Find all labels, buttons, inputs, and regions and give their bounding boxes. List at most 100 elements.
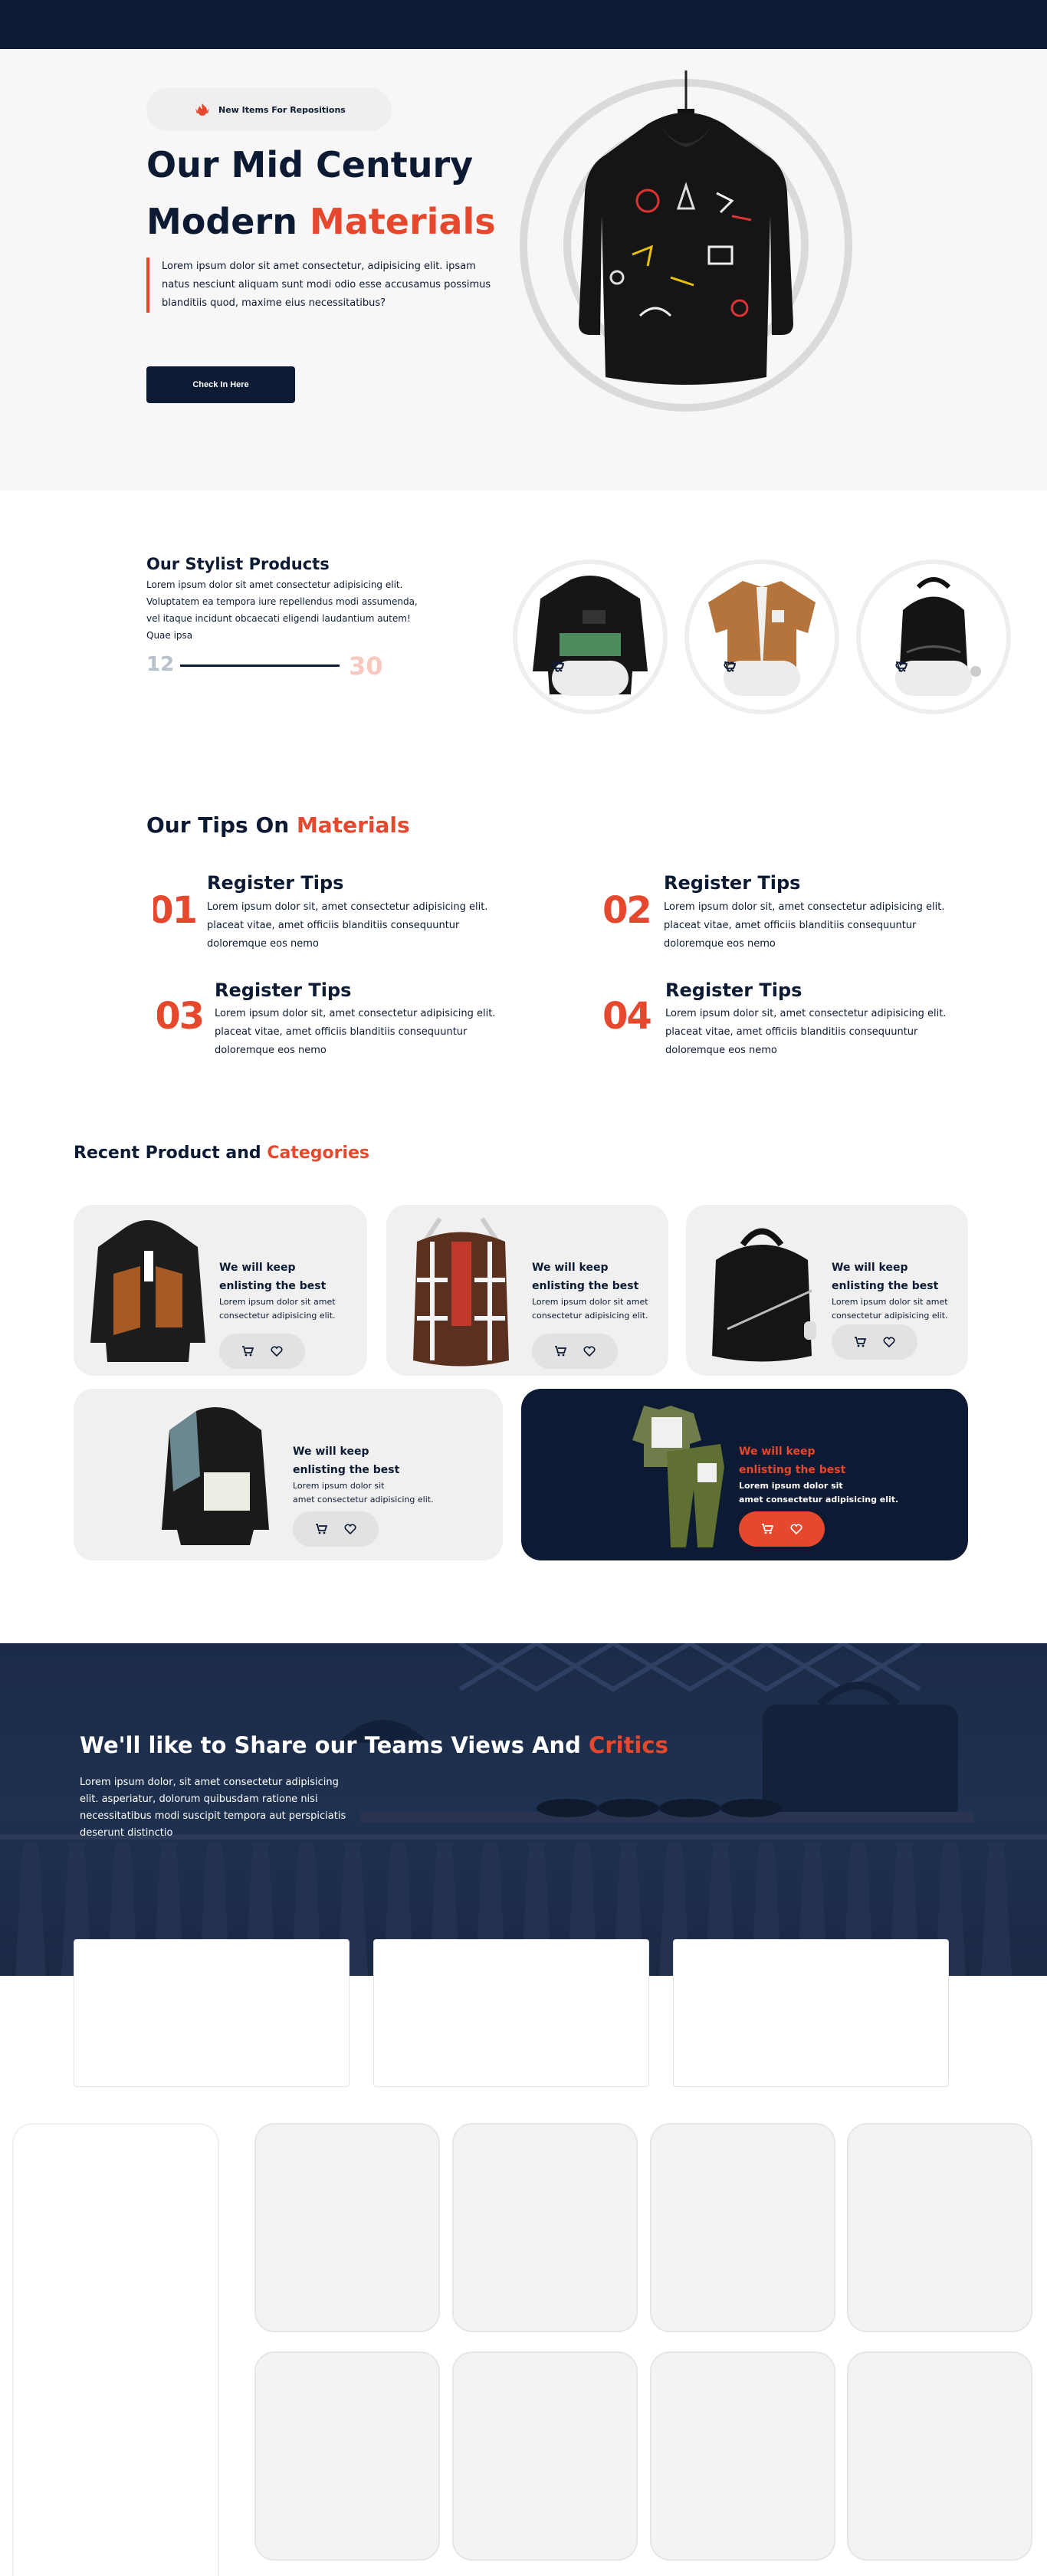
cart-icon[interactable] <box>315 1523 327 1535</box>
heart-icon[interactable] <box>883 1336 895 1348</box>
gallery-tile[interactable] <box>452 2123 638 2332</box>
hero-title-line2: Modern Materials <box>146 193 496 250</box>
gallery-tile[interactable] <box>254 2351 440 2561</box>
card-desc-line2: consectetur adipisicing elit. <box>832 1311 948 1321</box>
stylist-counter-current: 12 <box>146 653 175 676</box>
card-title-line1: We will keep <box>219 1262 296 1274</box>
card-desc-line1: Lorem ipsum dolor sit <box>739 1481 843 1491</box>
tip-body-1: Lorem ipsum dolor sit, amet consectetur … <box>207 901 488 950</box>
gallery-tile[interactable] <box>847 2123 1032 2332</box>
stylist-actions <box>895 661 972 696</box>
card-title-line1: We will keep <box>293 1446 369 1458</box>
card-title: We will keep enlisting the best <box>293 1442 492 1479</box>
recent-title: Recent Product and Categories <box>74 1144 369 1163</box>
sweater-image <box>162 1407 269 1545</box>
heart-icon[interactable] <box>271 1345 283 1357</box>
gallery-tile[interactable] <box>847 2351 1032 2561</box>
card-desc-line1: Lorem ipsum dolor sit amet <box>532 1297 648 1307</box>
stylist-description: Lorem ipsum dolor sit amet consectetur a… <box>146 579 418 641</box>
views-description: Lorem ipsum dolor, sit amet consectetur … <box>80 1777 346 1839</box>
card-description: Lorem ipsum dolor sit amet consectetur ad… <box>739 1479 961 1507</box>
stylist-actions <box>724 661 800 696</box>
check-in-button[interactable]: Check In Here <box>146 366 295 403</box>
stylist-counter-total: 30 <box>349 651 383 681</box>
hero-description: Lorem ipsum dolor sit amet consectetur, … <box>146 258 491 313</box>
card-desc-line1: Lorem ipsum dolor sit amet <box>832 1297 948 1307</box>
product-card-backpack-brown[interactable]: We will keep enlisting the best Lorem ips… <box>386 1205 668 1376</box>
card-desc-line1: Lorem ipsum dolor sit amet <box>219 1297 336 1307</box>
stylist-product-jacket[interactable] <box>513 560 668 714</box>
heart-icon[interactable] <box>344 1523 356 1535</box>
card-desc-line2: consectetur adipisicing elit. <box>532 1311 648 1321</box>
top-navbar <box>0 0 1047 49</box>
card-title-line1: We will keep <box>832 1262 908 1274</box>
cart-icon[interactable] <box>241 1345 254 1357</box>
card-title: We will keep enlisting the best <box>739 1442 961 1479</box>
views-title-accent: Critics <box>589 1732 668 1758</box>
tip-title-3: Register Tips <box>215 980 352 1001</box>
card-actions <box>832 1324 917 1360</box>
heart-icon[interactable] <box>583 1345 596 1357</box>
tips-title-plain: Our Tips On <box>146 812 290 838</box>
tip-title-2: Register Tips <box>664 872 801 894</box>
product-card-hoodie[interactable]: We will keep enlisting the best Lorem ips… <box>74 1205 367 1376</box>
tip-body-4: Lorem ipsum dolor sit, amet consectetur … <box>665 1008 947 1056</box>
heart-icon[interactable] <box>552 661 564 673</box>
heart-icon[interactable] <box>790 1523 802 1535</box>
tip-number-1: 01 <box>153 889 196 932</box>
cart-icon[interactable] <box>854 1336 866 1348</box>
tip-number-2: 02 <box>602 889 652 932</box>
card-description: Lorem ipsum dolor sit amet consectetur ad… <box>293 1479 492 1507</box>
card-description: Lorem ipsum dolor sit amet consectetur ad… <box>219 1295 365 1323</box>
hoodie-image <box>90 1220 205 1362</box>
hero-badge-label: New Items For Repositions <box>218 104 346 115</box>
black-backpack-image <box>712 1228 816 1362</box>
hero-hoodie-image <box>579 71 793 385</box>
card-description: Lorem ipsum dolor sit amet consectetur ad… <box>832 1295 966 1323</box>
card-desc-line1: Lorem ipsum dolor sit <box>293 1481 385 1491</box>
card-title-line2: enlisting the best <box>219 1280 327 1292</box>
gallery-tile[interactable] <box>452 2351 638 2561</box>
card-title: We will keep enlisting the best <box>532 1258 666 1295</box>
views-title-plain: We'll like to Share our Teams Views And <box>80 1732 581 1758</box>
stylist-progress-line <box>180 665 340 667</box>
hero-badge: New Items For Repositions <box>146 88 392 131</box>
testimonial-card <box>373 1939 649 2087</box>
views-title: We'll like to Share our Teams Views And … <box>80 1732 668 1758</box>
card-desc-line2: amet consectetur adipisicing elit. <box>293 1495 434 1505</box>
gallery-tile[interactable] <box>254 2123 440 2332</box>
card-actions <box>739 1511 825 1547</box>
gallery-tile[interactable] <box>650 2123 835 2332</box>
tip-number-3: 03 <box>157 995 203 1038</box>
card-title: We will keep enlisting the best <box>832 1258 966 1295</box>
card-desc-line2: consectetur adipisicing elit. <box>219 1311 336 1321</box>
tip-body-3: Lorem ipsum dolor sit, amet consectetur … <box>215 1008 496 1056</box>
cart-icon[interactable] <box>554 1345 566 1357</box>
card-title-line1: We will keep <box>532 1262 609 1274</box>
stylist-product-backpack[interactable] <box>856 560 1011 714</box>
card-title-line1: We will keep <box>739 1446 816 1458</box>
testimonial-card <box>74 1939 350 2087</box>
product-card-backpack-black[interactable]: We will keep enlisting the best Lorem ips… <box>686 1205 968 1376</box>
tracksuit-image <box>632 1406 724 1547</box>
tip-title-4: Register Tips <box>665 980 802 1001</box>
cart-icon[interactable] <box>761 1523 773 1535</box>
heart-icon[interactable] <box>895 661 908 673</box>
card-desc-line2: amet consectetur adipisicing elit. <box>739 1495 899 1505</box>
hero-title: Our Mid Century Modern Materials <box>146 136 496 250</box>
stylist-product-shirt[interactable] <box>684 560 839 714</box>
tips-title-accent: Materials <box>296 812 410 838</box>
recent-title-plain: Recent Product and <box>74 1144 261 1163</box>
card-actions <box>532 1334 618 1369</box>
tips-title: Our Tips On Materials <box>146 812 410 838</box>
product-card-tracksuit[interactable]: We will keep enlisting the best Lorem ips… <box>521 1389 968 1560</box>
product-card-sweater[interactable]: We will keep enlisting the best Lorem ips… <box>74 1389 503 1560</box>
hero-title-line1: Our Mid Century <box>146 144 474 185</box>
heart-icon[interactable] <box>724 661 736 673</box>
tip-body-2: Lorem ipsum dolor sit, amet consectetur … <box>664 901 945 950</box>
recent-title-accent: Categories <box>267 1144 370 1163</box>
gallery-tile[interactable] <box>650 2351 835 2561</box>
tip-number-4: 04 <box>602 995 652 1038</box>
tip-title-1: Register Tips <box>207 872 344 894</box>
card-title-line2: enlisting the best <box>293 1464 400 1476</box>
